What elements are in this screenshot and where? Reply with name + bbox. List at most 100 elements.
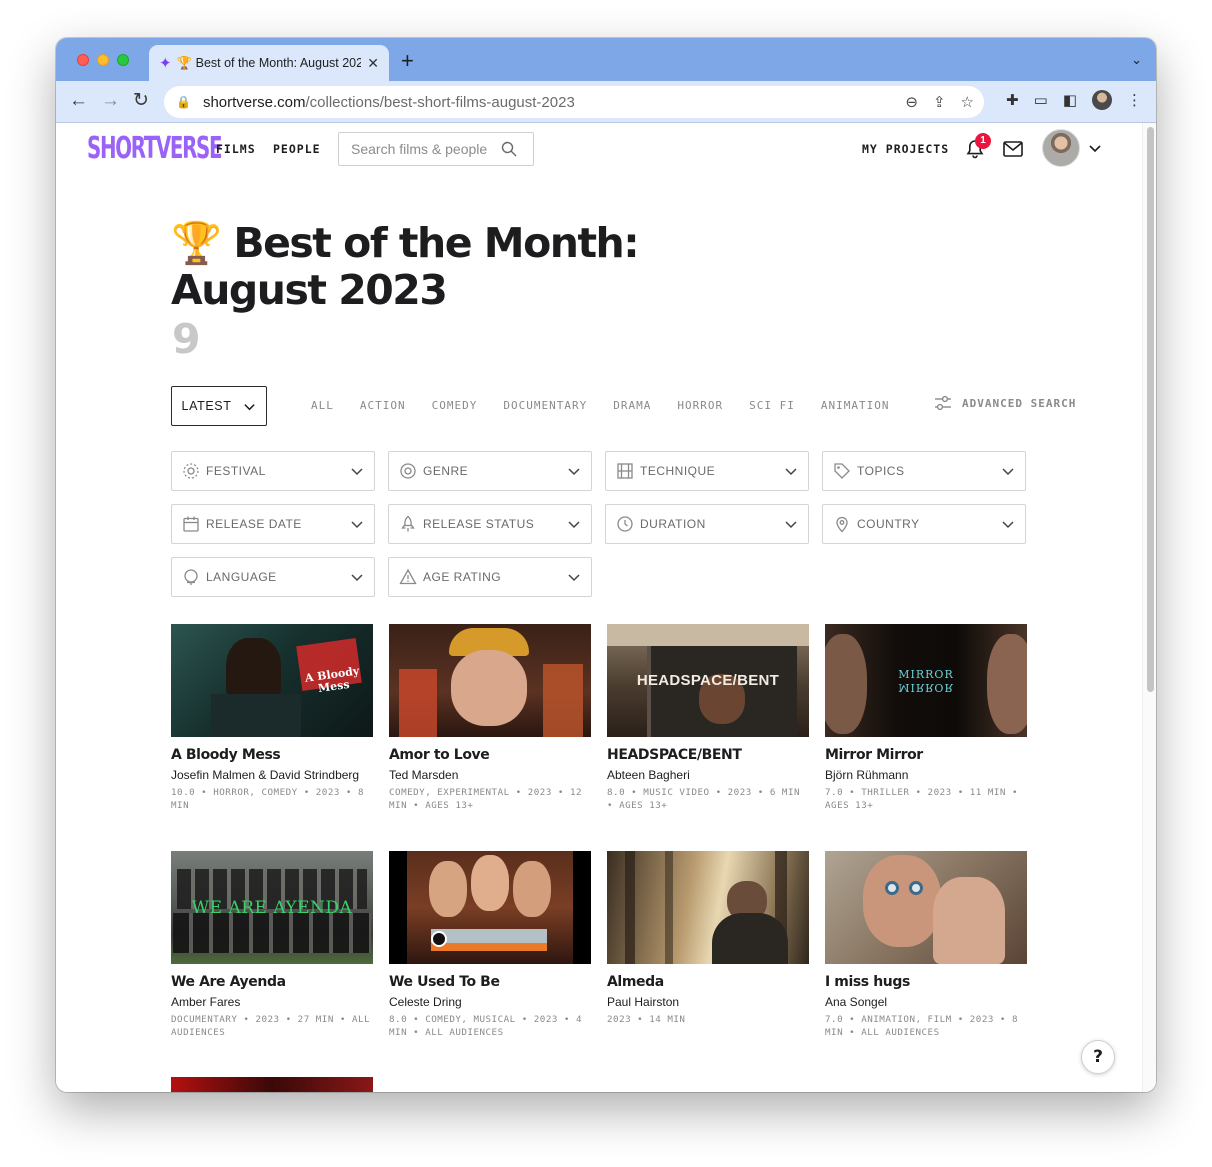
filter-language[interactable]: LANGUAGE [171,557,375,597]
maximize-window-button[interactable] [117,54,129,66]
film-author[interactable]: Paul Hairston [607,995,809,1009]
genre-tab-documentary[interactable]: DOCUMENTARY [503,399,587,412]
nav-films[interactable]: FILMS [216,142,256,156]
close-tab-icon[interactable]: ✕ [367,55,379,72]
reload-icon[interactable]: ↻ [133,90,149,112]
genre-icon [400,463,416,479]
film-thumbnail[interactable]: HEADSPACE/BENT [607,624,809,737]
nav-people[interactable]: PEOPLE [273,142,321,156]
film-title[interactable]: Mirror Mirror [825,747,1027,763]
notification-badge: 1 [975,133,991,149]
filter-festival[interactable]: FESTIVAL [171,451,375,491]
share-icon[interactable]: ⇪ [933,93,946,111]
mail-icon[interactable] [1002,140,1024,158]
genre-tab-all[interactable]: ALL [311,399,334,412]
thumbnail-puppet-face [863,855,941,947]
address-bar[interactable]: 🔒 shortverse.com /collections/best-short… [164,86,984,118]
chevron-down-icon [1002,468,1014,476]
film-card[interactable]: We Used To Be Celeste Dring 8.0 • COMEDY… [389,851,591,1039]
filter-country[interactable]: COUNTRY [822,504,1026,544]
film-card[interactable]: Amor to Love Ted Marsden COMEDY, EXPERIM… [389,624,591,812]
sort-dropdown[interactable]: LATEST [171,386,267,426]
film-title[interactable]: A Bloody Mess [171,747,373,763]
film-title[interactable]: HEADSPACE/BENT [607,747,809,763]
filter-genre[interactable]: GENRE [388,451,592,491]
chevron-down-icon [568,521,580,529]
new-tab-button[interactable]: + [401,49,414,73]
chevron-down-icon [351,574,363,582]
genre-tab-horror[interactable]: HORROR [677,399,723,412]
film-thumbnail[interactable] [171,1077,373,1092]
side-panel-icon[interactable]: ◧ [1063,91,1077,109]
my-projects-link[interactable]: MY PROJECTS [862,142,949,156]
chevron-down-icon[interactable] [1088,141,1102,155]
cast-icon[interactable]: ▭ [1034,91,1048,109]
film-card[interactable]: A Bloody Mess A Bloody Mess Josefin Malm… [171,624,373,812]
back-icon[interactable]: ← [69,90,88,112]
tab-search-chevron-icon[interactable]: ⌄ [1131,52,1142,68]
search-box[interactable] [338,132,534,166]
film-author[interactable]: Amber Fares [171,995,373,1009]
film-thumbnail[interactable] [825,851,1027,964]
tab-title: 🏆 Best of the Month: August 2023 [176,55,362,70]
film-title[interactable]: Amor to Love [389,747,591,763]
film-thumbnail[interactable]: MIRROR MIRROR [825,624,1027,737]
zoom-icon[interactable]: ⊖ [905,93,918,111]
film-author[interactable]: Josefin Malmen & David Strindberg [171,768,373,782]
film-card[interactable]: MIRROR MIRROR Mirror Mirror Björn Rühmann… [825,624,1027,812]
film-title[interactable]: We Are Ayenda [171,974,373,990]
warning-icon [399,568,417,585]
film-thumbnail[interactable] [389,851,591,964]
film-card[interactable]: HEADSPACE/BENT HEADSPACE/BENT Abteen Bag… [607,624,809,812]
film-author[interactable]: Celeste Dring [389,995,591,1009]
film-card[interactable]: WE ARE AYENDA We Are Ayenda Amber Fares … [171,851,373,1039]
film-title[interactable]: We Used To Be [389,974,591,990]
extensions-puzzle-icon[interactable]: ✚ [1006,91,1019,109]
genre-tab-animation[interactable]: ANIMATION [821,399,890,412]
tag-icon [834,463,850,479]
filter-age-rating[interactable]: AGE RATING [388,557,592,597]
chevron-down-icon [351,468,363,476]
film-author[interactable]: Ted Marsden [389,768,591,782]
filter-label: TECHNIQUE [640,464,716,478]
browser-tab[interactable]: ✦ 🏆 Best of the Month: August 2023 ✕ [149,45,389,81]
film-card[interactable]: I miss hugs Ana Songel 7.0 • ANIMATION, … [825,851,1027,1039]
bookmark-star-icon[interactable]: ☆ [961,93,974,111]
close-window-button[interactable] [77,54,89,66]
help-button[interactable]: ? [1081,1040,1115,1074]
filter-label: FESTIVAL [206,464,266,478]
search-input[interactable] [351,141,501,157]
film-author[interactable]: Björn Rühmann [825,768,1027,782]
forward-icon[interactable]: → [101,90,120,112]
shortverse-logo[interactable]: SHORTVERSE [87,132,223,166]
filter-technique[interactable]: TECHNIQUE [605,451,809,491]
film-card[interactable] [171,1077,373,1092]
sparkle-icon: ✦ [159,55,172,72]
user-avatar[interactable] [1042,129,1080,167]
filter-duration[interactable]: DURATION [605,504,809,544]
filter-release-date[interactable]: RELEASE DATE [171,504,375,544]
genre-tab-drama[interactable]: DRAMA [613,399,651,412]
film-author[interactable]: Abteen Bagheri [607,768,809,782]
film-thumbnail[interactable] [389,624,591,737]
film-thumbnail[interactable] [607,851,809,964]
film-author[interactable]: Ana Songel [825,995,1027,1009]
film-meta: 7.0 • ANIMATION, FILM • 2023 • 8 MIN • A… [825,1014,1019,1038]
film-title[interactable]: I miss hugs [825,974,1027,990]
scrollbar-thumb[interactable] [1147,127,1154,692]
film-thumbnail[interactable]: A Bloody Mess [171,624,373,737]
genre-tab-sci-fi[interactable]: SCI FI [749,399,795,412]
advanced-search-link[interactable]: ADVANCED SEARCH [934,395,1076,411]
more-menu-icon[interactable]: ⋮ [1127,91,1142,109]
filter-topics[interactable]: TOPICS [822,451,1026,491]
film-title[interactable]: Almeda [607,974,809,990]
search-icon[interactable] [501,141,517,157]
genre-tab-action[interactable]: ACTION [360,399,406,412]
filter-release-status[interactable]: RELEASE STATUS [388,504,592,544]
film-thumbnail[interactable]: WE ARE AYENDA [171,851,373,964]
profile-avatar[interactable] [1092,90,1112,110]
genre-tab-comedy[interactable]: COMEDY [432,399,478,412]
film-card[interactable]: Almeda Paul Hairston 2023 • 14 MIN [607,851,809,1026]
thumbnail-puppet-eye [909,881,923,895]
minimize-window-button[interactable] [97,54,109,66]
